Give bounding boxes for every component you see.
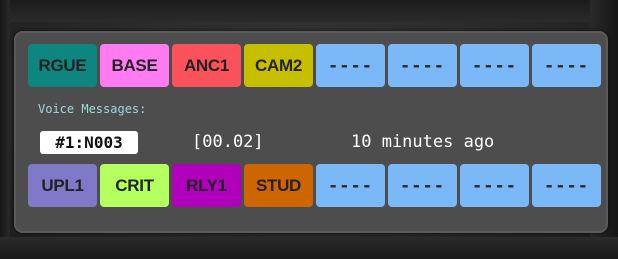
empty-slot-button-13[interactable]: ---- [316,164,385,207]
talkgroup-button-1[interactable]: RGUE [28,44,97,87]
talkgroup-button-3[interactable]: ANC1 [172,44,241,87]
top-button-row: RGUE BASE ANC1 CAM2 ---- ---- ---- ---- [28,44,601,87]
voice-message-duration: [00.02] [192,132,264,152]
empty-slot-button-7[interactable]: ---- [460,44,529,87]
device-bezel-bottom [0,237,618,259]
empty-slot-button-8[interactable]: ---- [532,44,601,87]
talkgroup-button-10[interactable]: CRIT [100,164,169,207]
voice-messages-label: Voice Messages: [38,102,147,116]
control-panel: RGUE BASE ANC1 CAM2 ---- ---- ---- ---- … [14,31,608,233]
device-bezel-top [0,0,618,22]
talkgroup-button-9[interactable]: UPL1 [28,164,97,207]
voice-message-id[interactable]: #1:N003 [40,131,138,154]
bottom-button-row: UPL1 CRIT RLY1 STUD ---- ---- ---- ---- [28,164,601,207]
empty-slot-button-6[interactable]: ---- [388,44,457,87]
empty-slot-button-15[interactable]: ---- [460,164,529,207]
empty-slot-button-5[interactable]: ---- [316,44,385,87]
talkgroup-button-4[interactable]: CAM2 [244,44,313,87]
empty-slot-button-14[interactable]: ---- [388,164,457,207]
talkgroup-button-2[interactable]: BASE [100,44,169,87]
device-bezel-left [0,0,10,259]
talkgroup-button-11[interactable]: RLY1 [172,164,241,207]
talkgroup-button-12[interactable]: STUD [244,164,313,207]
voice-message-age: 10 minutes ago [351,132,495,152]
empty-slot-button-16[interactable]: ---- [532,164,601,207]
